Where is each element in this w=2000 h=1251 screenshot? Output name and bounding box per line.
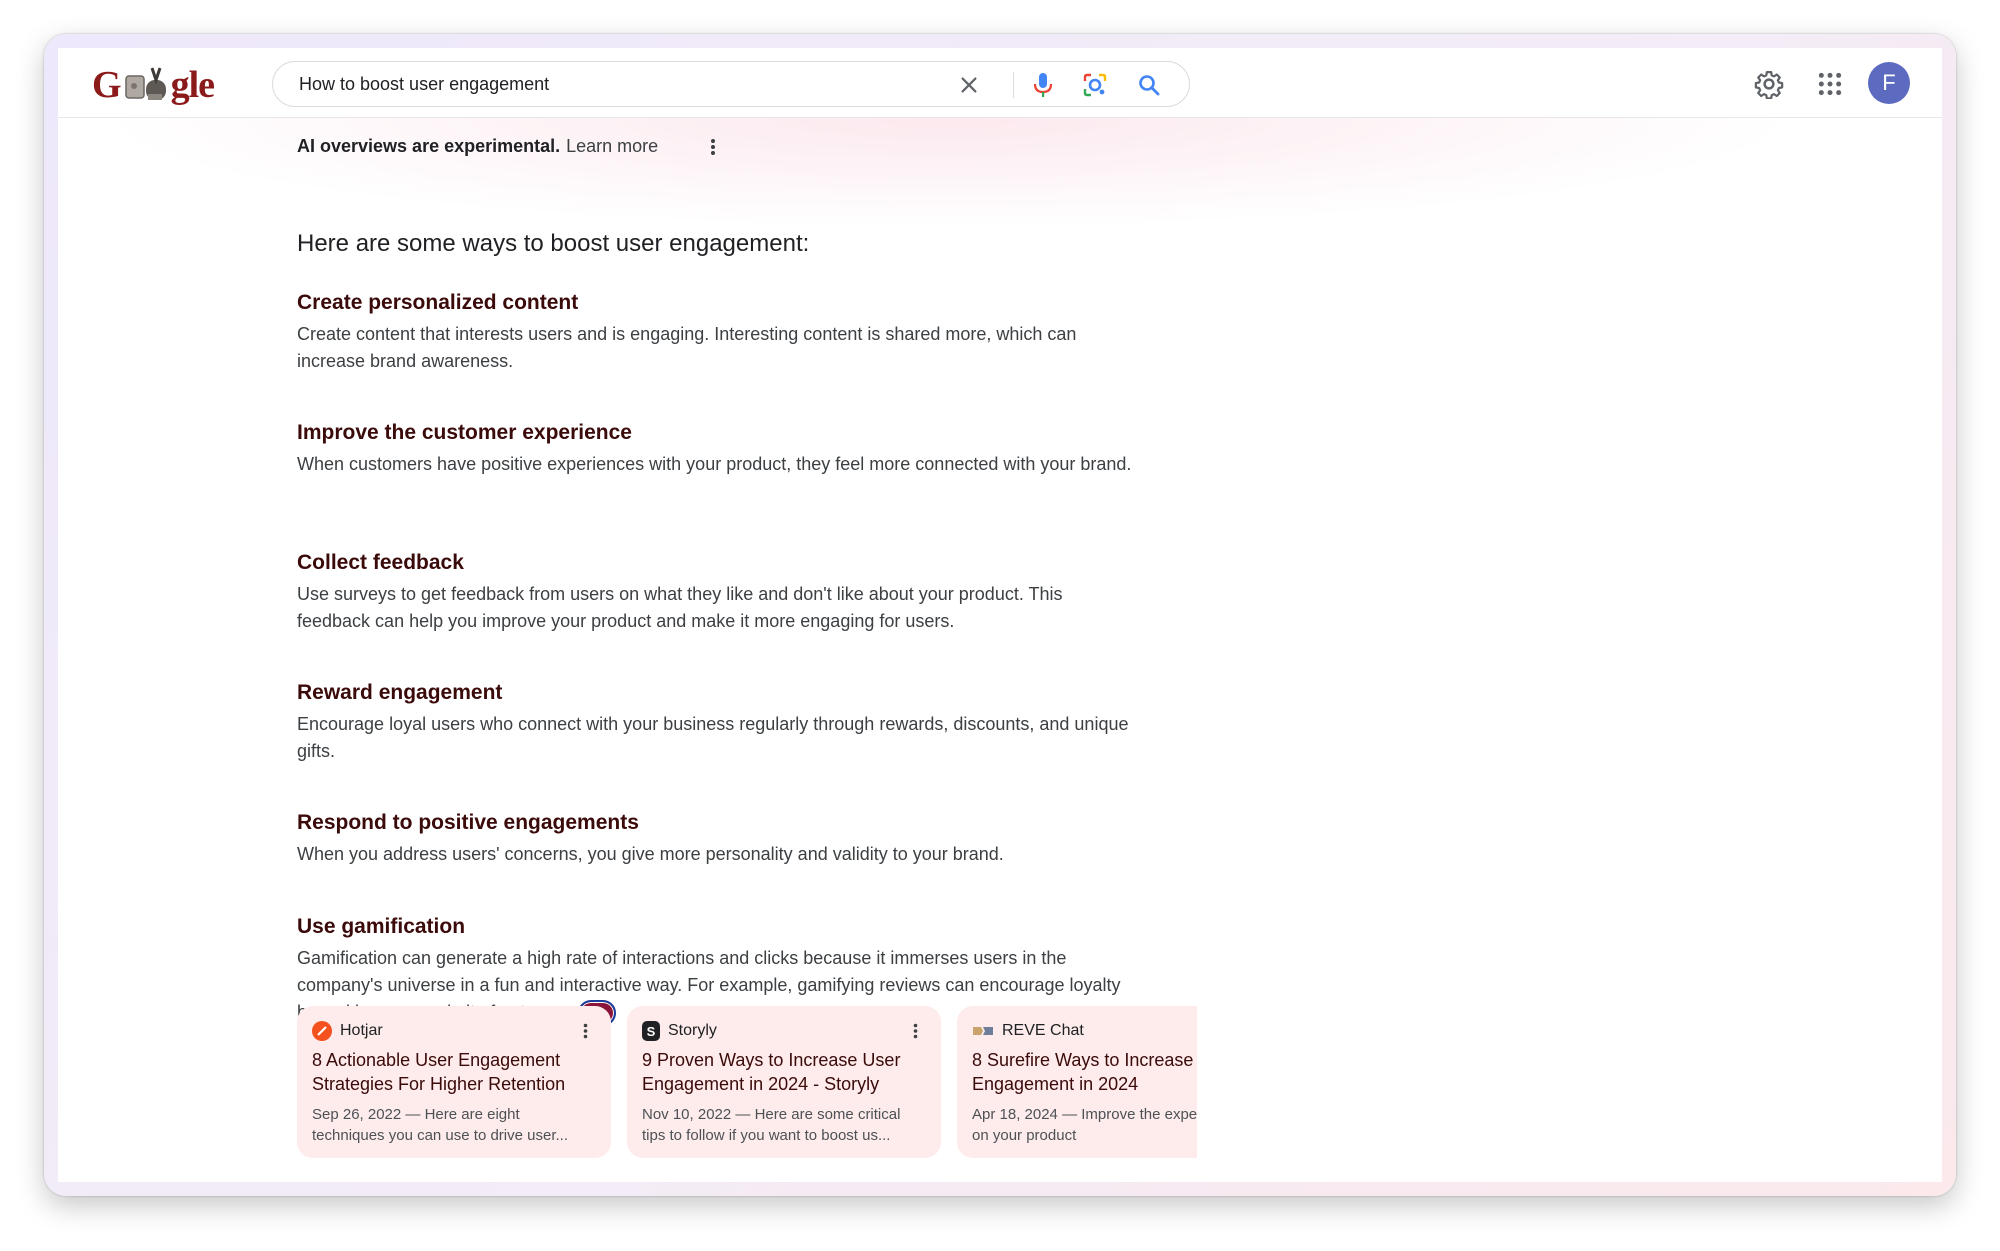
section-personalized-content: Create personalized content Create conte… [297,289,1137,375]
section-title: Improve the customer experience [297,421,632,444]
kebab-icon[interactable] [577,1020,593,1042]
storyly-icon: S [642,1021,660,1041]
section-body: When you address users' concerns, you gi… [297,844,1004,864]
section-body: Create content that interests users and … [297,324,1077,371]
section-title: Create personalized content [297,291,579,314]
source-card-hotjar[interactable]: Hotjar 8 Actionable User Engagement Stra… [297,1006,611,1158]
account-avatar[interactable]: F [1868,62,1910,104]
section-collect-feedback: Collect feedback Use surveys to get feed… [297,549,1137,635]
doodle-illustration-icon [124,67,166,100]
mic-icon[interactable] [1029,71,1057,99]
kebab-icon[interactable] [702,136,724,158]
lens-icon[interactable] [1081,71,1109,99]
search-icon[interactable] [1135,71,1163,99]
source-card-storyly[interactable]: S Storyly 9 Proven Ways to Increase User… [627,1006,941,1158]
card-source-name: REVE Chat [1002,1022,1084,1039]
card-source-name: Hotjar [340,1022,383,1039]
clear-icon[interactable] [955,71,983,99]
search-header: G gle How to boost user engagement F [58,48,1942,118]
card-title: 8 Actionable User Engagement Strategies … [312,1050,566,1094]
section-respond-engagements: Respond to positive engagements When you… [297,809,1137,868]
settings-icon[interactable] [1749,64,1789,104]
browser-window: G gle How to boost user engagement F AI … [58,48,1942,1182]
search-input[interactable] [299,62,939,106]
card-snippet: Apr 18, 2024 — Improve the experience on… [972,1106,1197,1144]
learn-more-link[interactable]: Learn more [566,136,658,157]
search-divider [1013,72,1014,98]
card-source-name: Storyly [668,1022,717,1039]
card-title: 8 Surefire Ways to Increase User Engagem… [972,1050,1197,1094]
hotjar-icon [312,1021,332,1041]
search-box [272,61,1190,107]
card-source: S Storyly [642,1020,925,1042]
ai-note-label: AI overviews are experimental. [297,135,561,156]
card-snippet: Nov 10, 2022 — Here are some critical ti… [642,1106,901,1144]
reve-chat-icon [972,1021,994,1041]
section-body: Encourage loyal users who connect with y… [297,714,1129,761]
section-title: Use gamification [297,915,466,938]
source-card-reve-chat[interactable]: REVE Chat 8 Surefire Ways to Increase Us… [957,1006,1197,1158]
apps-icon[interactable] [1810,64,1850,104]
section-title: Respond to positive engagements [297,811,639,834]
section-body: Use surveys to get feedback from users o… [297,584,1063,631]
section-title: Collect feedback [297,551,464,574]
card-title: 9 Proven Ways to Increase User Engagemen… [642,1050,901,1094]
logo-letters-gle: gle [170,64,215,106]
card-source: Hotjar [312,1020,595,1042]
section-body: When customers have positive experiences… [297,454,1132,474]
kebab-icon[interactable] [907,1020,923,1042]
card-source: REVE Chat [972,1020,1197,1042]
source-cards: Hotjar 8 Actionable User Engagement Stra… [297,1006,1197,1166]
ai-experimental-note: AI overviews are experimental. Learn mor… [297,134,658,158]
section-title: Reward engagement [297,681,503,704]
google-doodle-logo[interactable]: G gle [92,60,215,110]
overview-title: Here are some ways to boost user engagem… [297,230,810,257]
card-snippet: Sep 26, 2022 — Here are eight techniques… [312,1106,568,1144]
section-customer-experience: Improve the customer experience When cus… [297,419,1137,478]
section-reward-engagement: Reward engagement Encourage loyal users … [297,679,1137,765]
logo-letter-g: G [92,64,122,106]
